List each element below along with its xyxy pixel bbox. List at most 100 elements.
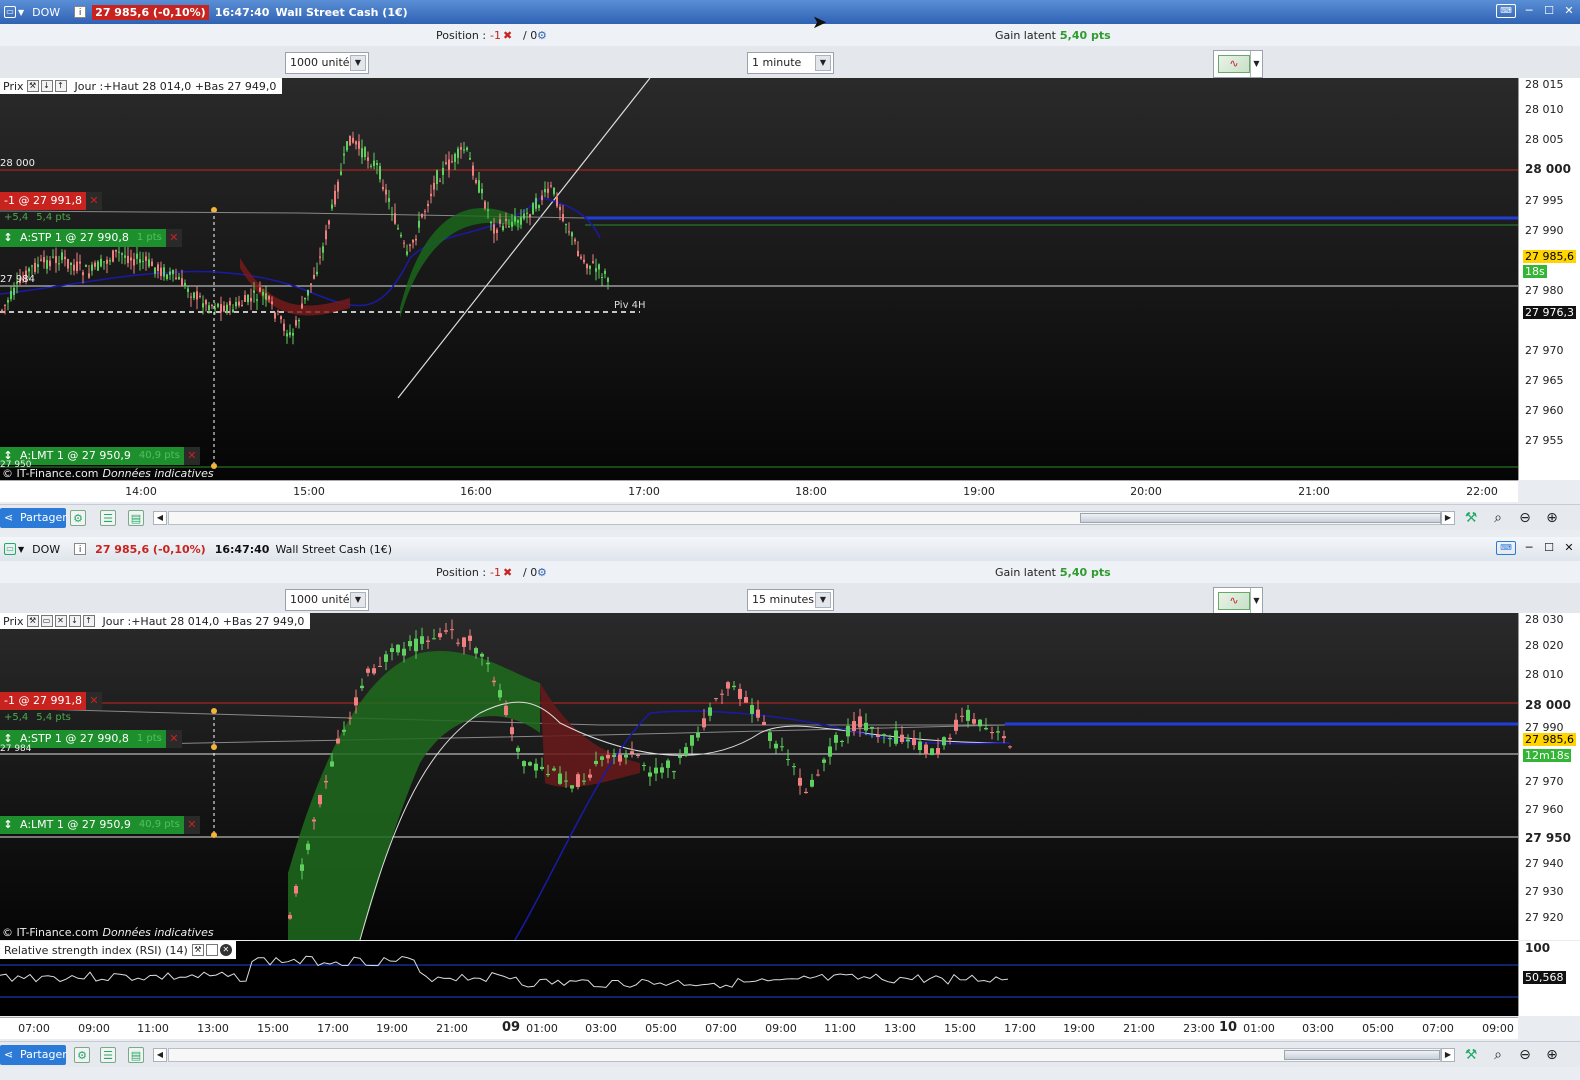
- zoom-out-icon[interactable]: ⊖: [1516, 1046, 1534, 1064]
- wrench-icon[interactable]: ⚒: [26, 80, 39, 92]
- list-icon[interactable]: ☰: [100, 1047, 116, 1063]
- window-titlebar[interactable]: ▭ ▼ DOW i 27 985,6 (-0,10%) 16:47:40 Wal…: [0, 0, 1580, 24]
- chevron-down-icon[interactable]: ▼: [815, 55, 831, 71]
- keyboard-icon[interactable]: ⌨: [1496, 541, 1516, 555]
- zoom-fit-icon[interactable]: ⌕: [1489, 509, 1507, 527]
- share-button[interactable]: ⋖ Partager: [0, 508, 67, 528]
- maximize-button[interactable]: ☐: [1542, 4, 1556, 18]
- download-icon[interactable]: ↓: [68, 615, 81, 627]
- chevron-down-icon[interactable]: ▼: [1250, 588, 1262, 614]
- close-position-icon[interactable]: ✖: [503, 29, 512, 42]
- dropdown-arrow-icon[interactable]: ▼: [18, 8, 24, 17]
- chevron-down-icon[interactable]: ▼: [350, 55, 366, 71]
- close-button[interactable]: ✕: [1562, 541, 1576, 555]
- gear-icon[interactable]: ⚙: [537, 566, 547, 579]
- zoom-out-icon[interactable]: ⊖: [1516, 509, 1534, 527]
- price-chart-15m[interactable]: Prix ⚒ ▭ ✕ ↓ ↑ Jour :+Haut 28 014,0 +Bas…: [0, 613, 1518, 940]
- scroll-right-arrow[interactable]: ▶: [1441, 1048, 1455, 1062]
- dropdown-arrow-icon[interactable]: ▼: [18, 545, 24, 554]
- drag-handle-icon[interactable]: ↕: [0, 816, 16, 834]
- list-icon[interactable]: ☰: [100, 510, 116, 526]
- candle-body: [448, 159, 450, 170]
- close-icon[interactable]: ✕: [54, 615, 67, 627]
- close-icon[interactable]: ✕: [85, 192, 102, 210]
- time-tick: 01:00: [1243, 1022, 1275, 1035]
- minimize-button[interactable]: ─: [1522, 541, 1536, 555]
- upload-icon[interactable]: ↑: [82, 615, 95, 627]
- scroll-thumb[interactable]: [1284, 1050, 1440, 1060]
- instrument-symbol[interactable]: DOW: [32, 6, 60, 19]
- layers-icon[interactable]: ▤: [128, 510, 144, 526]
- candle-body: [588, 774, 592, 778]
- chevron-down-icon[interactable]: ▼: [815, 592, 831, 608]
- price-chart-canvas[interactable]: [0, 613, 1518, 940]
- minimize-button[interactable]: ─: [1522, 4, 1536, 18]
- close-button[interactable]: ✕: [1562, 4, 1576, 18]
- horizontal-scrollbar[interactable]: [168, 1048, 1441, 1062]
- rsi-pane[interactable]: Relative strength index (RSI) (14) ⚒ ✕: [0, 941, 1518, 1016]
- time-axis[interactable]: 07:00 09:00 11:00 13:00 15:00 17:00 19:00 21:00…: [0, 1017, 1518, 1039]
- chart-tools-icon[interactable]: ⚒: [1462, 509, 1480, 527]
- info-icon[interactable]: i: [74, 543, 87, 555]
- chevron-down-icon[interactable]: ▼: [350, 592, 366, 608]
- close-icon[interactable]: ✕: [219, 944, 232, 956]
- download-icon[interactable]: ↓: [40, 80, 53, 92]
- position-order-tag[interactable]: -1 @ 27 991,8 ✕: [0, 692, 102, 710]
- tools-icon[interactable]: ⚙: [70, 510, 86, 526]
- candle-body: [487, 209, 489, 212]
- stop-order-tag[interactable]: ↕ A:STP 1 @ 27 990,8 1 pts ✕: [0, 229, 182, 247]
- candle-body: [145, 256, 147, 261]
- price-axis[interactable]: 28 015 28 010 28 005 28 000 27 995 27 990 27 9…: [1518, 78, 1580, 480]
- close-icon[interactable]: ✕: [183, 816, 200, 834]
- drag-handle-icon[interactable]: ↕: [0, 229, 16, 247]
- units-select[interactable]: 1000 unités ▼: [285, 589, 369, 611]
- position-order-tag[interactable]: -1 @ 27 991,8 ✕: [0, 192, 102, 210]
- share-button[interactable]: ⋖ Partager: [0, 1045, 67, 1065]
- scroll-left-arrow[interactable]: ◀: [153, 511, 167, 525]
- window-menu-icon[interactable]: ▭: [4, 543, 16, 555]
- time-tick: 07:00: [18, 1022, 50, 1035]
- zoom-fit-icon[interactable]: ⌕: [1489, 1046, 1507, 1064]
- maximize-button[interactable]: ☐: [1542, 541, 1556, 555]
- keyboard-icon[interactable]: ⌨: [1496, 4, 1516, 18]
- upload-icon[interactable]: ↑: [54, 80, 67, 92]
- window-icon[interactable]: ▭: [40, 615, 53, 627]
- candle-body: [223, 305, 225, 312]
- price-axis[interactable]: 28 030 28 020 28 010 28 000 27 990 27 985,6 12…: [1518, 613, 1580, 940]
- wrench-icon[interactable]: ⚒: [26, 615, 39, 627]
- candle-body: [511, 221, 513, 227]
- chart-tools-icon[interactable]: ⚒: [1462, 1046, 1480, 1064]
- close-position-icon[interactable]: ✖: [503, 566, 512, 579]
- window-icon[interactable]: [205, 944, 218, 956]
- scroll-thumb[interactable]: [1080, 513, 1441, 523]
- horizontal-scrollbar[interactable]: [168, 511, 1441, 525]
- zoom-in-icon[interactable]: ⊕: [1543, 509, 1561, 527]
- info-icon[interactable]: i: [74, 6, 87, 18]
- layers-icon[interactable]: ▤: [128, 1047, 144, 1063]
- window-titlebar[interactable]: ▭ ▼ DOW i 27 985,6 (-0,10%) 16:47:40 Wal…: [0, 537, 1580, 561]
- close-icon[interactable]: ✕: [165, 730, 182, 748]
- candle-body: [94, 262, 96, 267]
- wrench-icon[interactable]: ⚒: [191, 944, 204, 956]
- price-chart-1m[interactable]: Prix ⚒ ↓ ↑ Jour :+Haut 28 014,0 +Bas 27 …: [0, 78, 1518, 480]
- instrument-symbol[interactable]: DOW: [32, 543, 60, 556]
- interval-select[interactable]: 15 minutes ▼: [747, 589, 834, 611]
- zoom-in-icon[interactable]: ⊕: [1543, 1046, 1561, 1064]
- close-icon[interactable]: ✕: [183, 447, 200, 465]
- close-icon[interactable]: ✕: [165, 229, 182, 247]
- gear-icon[interactable]: ⚙: [537, 29, 547, 42]
- chevron-down-icon[interactable]: ▼: [1250, 51, 1262, 77]
- window-menu-icon[interactable]: ▭: [4, 6, 16, 18]
- limit-order-tag[interactable]: ↕ A:LMT 1 @ 27 950,9 40,9 pts ✕: [0, 816, 200, 834]
- chart-type-select[interactable]: ∿ ▼: [1213, 50, 1263, 78]
- chart-type-select[interactable]: ∿ ▼: [1213, 587, 1263, 615]
- scroll-right-arrow[interactable]: ▶: [1441, 511, 1455, 525]
- units-select[interactable]: 1000 unités ▼: [285, 52, 369, 74]
- scroll-left-arrow[interactable]: ◀: [153, 1048, 167, 1062]
- close-icon[interactable]: ✕: [85, 692, 102, 710]
- tools-icon[interactable]: ⚙: [74, 1047, 90, 1063]
- price-chart-canvas[interactable]: [0, 78, 1518, 480]
- price-tick: 18s: [1523, 265, 1547, 278]
- interval-select[interactable]: 1 minute ▼: [747, 52, 834, 74]
- time-axis[interactable]: 14:00 15:00 16:00 17:00 18:00 19:00 20:00 21:00…: [0, 480, 1518, 502]
